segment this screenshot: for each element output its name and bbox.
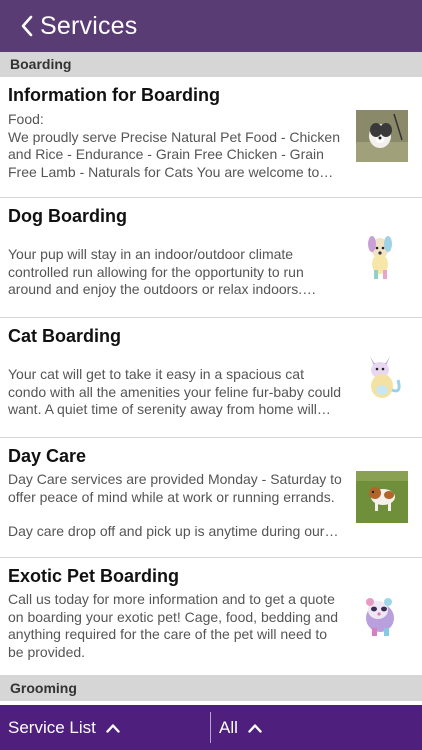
- back-button[interactable]: [12, 11, 42, 41]
- page-title: Services: [40, 12, 138, 40]
- item-title: Information for Boarding: [8, 85, 220, 105]
- filter-all-button[interactable]: All: [219, 705, 262, 750]
- item-description-line: Food:: [8, 111, 44, 127]
- list-item-day-care[interactable]: Day Care Day Care services are provided …: [0, 438, 422, 558]
- list-item-cat-boarding[interactable]: Cat Boarding Your cat will get to take i…: [0, 318, 422, 438]
- item-title: Dog Boarding: [8, 206, 127, 226]
- item-thumbnail-dog-illustration: [356, 230, 408, 282]
- bottom-toolbar: Service List All: [0, 705, 422, 750]
- chevron-up-icon: [248, 723, 262, 733]
- item-title: Cat Boarding: [8, 326, 122, 346]
- chevron-left-icon: [21, 15, 33, 37]
- item-thumbnail-dog-photo: [356, 110, 408, 162]
- item-description-body: Your cat will get to take it easy in a s…: [8, 366, 342, 417]
- filter-label: All: [219, 717, 238, 737]
- item-thumbnail-ferret-illustration: [356, 588, 408, 640]
- item-description-body: Your pup will stay in an indoor/outdoor …: [8, 246, 317, 297]
- item-title: Exotic Pet Boarding: [8, 566, 180, 586]
- item-title: Day Care: [8, 446, 87, 466]
- item-thumbnail-cat-illustration: [356, 350, 408, 402]
- section-header-boarding: Boarding: [0, 52, 422, 77]
- item-description: Day Care services are provided Monday - …: [8, 471, 344, 541]
- item-description-body: Day Care services are provided Monday - …: [8, 471, 342, 505]
- item-description: Your cat will get to take it easy in a s…: [8, 366, 344, 419]
- chevron-up-icon: [106, 723, 120, 733]
- list-item-information-for-boarding[interactable]: Information for Boarding Food: We proudl…: [0, 77, 422, 198]
- service-list-label: Service List: [8, 717, 96, 737]
- item-description-line: Day care drop off and pick up is anytime…: [8, 523, 339, 539]
- service-list-button[interactable]: Service List: [8, 705, 120, 750]
- list-item-dog-boarding[interactable]: Dog Boarding Your pup will stay in an in…: [0, 198, 422, 318]
- section-header-grooming: Grooming: [0, 675, 422, 701]
- nav-header: Services: [0, 0, 422, 52]
- item-description: Call us today for more information and t…: [8, 591, 344, 661]
- item-description-body: We proudly serve Precise Natural Pet Foo…: [8, 128, 340, 180]
- list-item-exotic-pet-boarding[interactable]: Exotic Pet Boarding Call us today for mo…: [0, 558, 422, 673]
- toolbar-divider: [210, 712, 211, 743]
- item-description-body: Call us today for more information and t…: [8, 591, 339, 660]
- item-description: Your pup will stay in an indoor/outdoor …: [8, 246, 344, 299]
- item-thumbnail-dog-on-grass: [356, 471, 408, 523]
- item-description: Food: We proudly serve Precise Natural P…: [8, 111, 344, 181]
